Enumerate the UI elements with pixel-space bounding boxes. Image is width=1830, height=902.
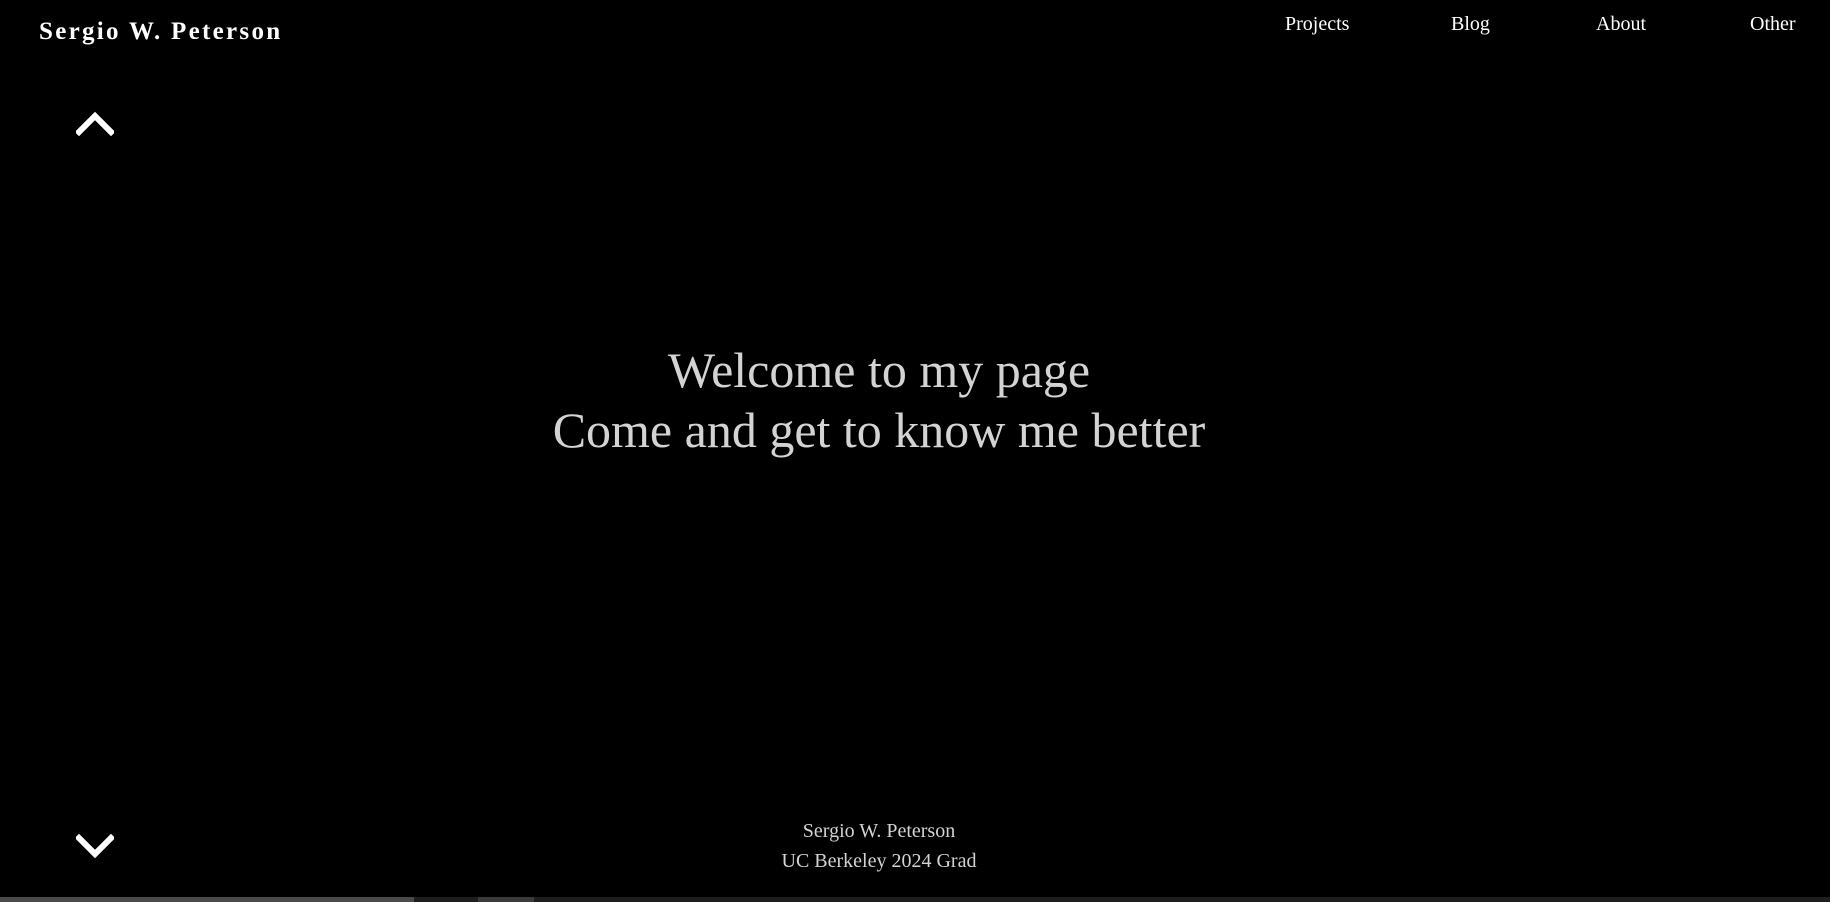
scrollbar-thumb[interactable] [0, 897, 414, 902]
footer-tagline: UC Berkeley 2024 Grad [781, 850, 977, 872]
main-nav: Projects Blog About Other [0, 13, 1830, 41]
footer-name: Sergio W. Peterson [802, 820, 956, 842]
nav-link-blog[interactable]: Blog [1451, 13, 1490, 36]
hero-heading: Welcome to my page Come and get to know … [0, 340, 1758, 460]
nav-link-about[interactable]: About [1596, 13, 1646, 36]
nav-link-projects[interactable]: Projects [1285, 13, 1349, 36]
nav-link-other[interactable]: Other [1750, 13, 1796, 36]
horizontal-scrollbar[interactable] [0, 897, 1830, 902]
scroll-up-button[interactable] [74, 110, 116, 137]
footer: Sergio W. Peterson UC Berkeley 2024 Grad [0, 816, 1758, 876]
hero-line-subtitle: Come and get to know me better [552, 402, 1206, 458]
scrollbar-thumb-secondary[interactable] [478, 897, 534, 902]
chevron-up-icon [74, 111, 116, 137]
hero-line-welcome: Welcome to my page [667, 342, 1091, 398]
